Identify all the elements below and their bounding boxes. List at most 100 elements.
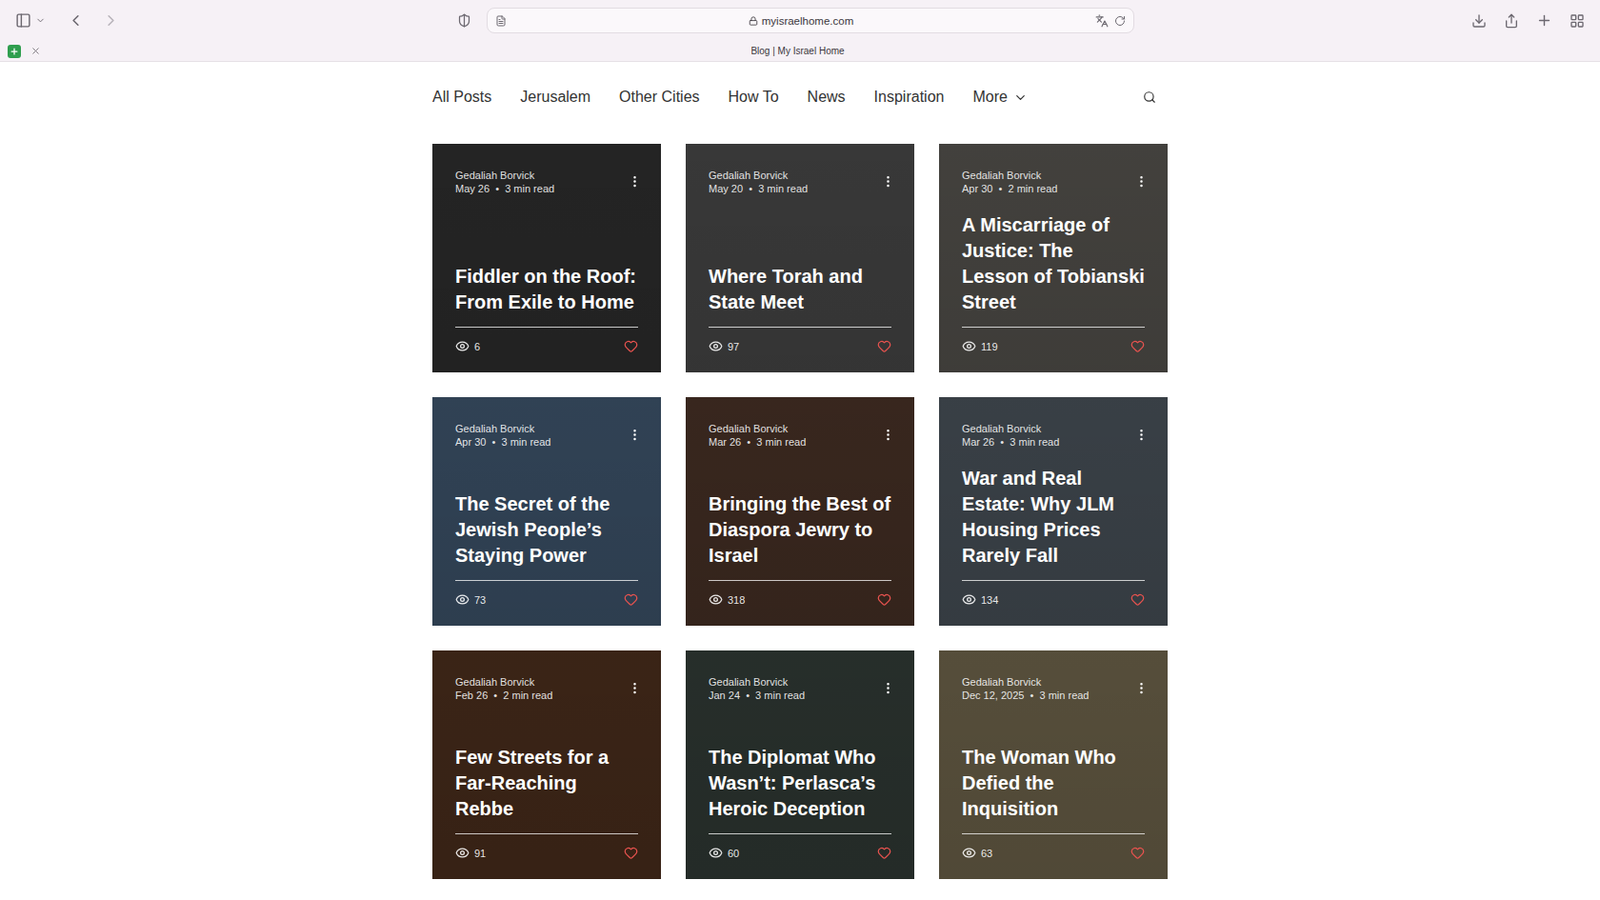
eye-icon bbox=[455, 339, 470, 354]
nav-more[interactable]: More bbox=[972, 88, 1027, 106]
share-icon[interactable] bbox=[1503, 13, 1520, 29]
post-date: May 26 • 3 min read bbox=[455, 181, 555, 196]
nav-item[interactable]: Other Cities bbox=[619, 88, 700, 106]
post-meta: Gedaliah BorvickJan 24 • 3 min read bbox=[708, 675, 805, 702]
eye-icon bbox=[708, 592, 723, 607]
post-title[interactable]: The Secret of the Jewish People’s Stayin… bbox=[455, 491, 639, 581]
post-title[interactable]: Bringing the Best of Diaspora Jewry to I… bbox=[708, 491, 892, 581]
more-actions-icon[interactable] bbox=[1134, 680, 1149, 696]
more-actions-icon[interactable] bbox=[880, 174, 896, 189]
post-date: Feb 26 • 2 min read bbox=[455, 688, 553, 702]
post-author[interactable]: Gedaliah Borvick bbox=[455, 675, 553, 689]
post-meta: Gedaliah BorvickApr 30 • 2 min read bbox=[961, 168, 1058, 196]
post-date: Dec 12, 2025 • 3 min read bbox=[961, 688, 1090, 702]
post-card[interactable]: Gedaliah BorvickJan 24 • 3 min read The D… bbox=[685, 650, 915, 880]
browser-window: myisraelhome.com Blog | My Israel Home All… bbox=[0, 0, 1600, 900]
view-count: 97 bbox=[708, 339, 740, 354]
nav-item[interactable]: News bbox=[807, 88, 846, 106]
like-heart-icon[interactable] bbox=[877, 592, 892, 607]
post-title[interactable]: The Diplomat Who Wasn’t: Perlasca’s Hero… bbox=[708, 744, 892, 835]
sidebar-icon[interactable] bbox=[15, 12, 32, 29]
post-title[interactable]: The Woman Who Defied the Inquisition bbox=[961, 744, 1145, 835]
post-date: Jan 24 • 3 min read bbox=[708, 688, 805, 702]
nav-item[interactable]: All Posts bbox=[432, 88, 492, 106]
post-title[interactable]: War and Real Estate: Why JLM Housing Pri… bbox=[961, 465, 1145, 581]
view-count: 60 bbox=[708, 845, 740, 860]
reload-icon[interactable] bbox=[1114, 15, 1126, 27]
more-actions-icon[interactable] bbox=[1134, 174, 1149, 189]
eye-icon bbox=[455, 592, 470, 607]
browser-toolbar: myisraelhome.com bbox=[0, 0, 1600, 41]
like-heart-icon[interactable] bbox=[623, 592, 639, 607]
post-author[interactable]: Gedaliah Borvick bbox=[961, 421, 1060, 436]
eye-icon bbox=[455, 845, 470, 860]
post-title[interactable]: Fiddler on the Roof: From Exile to Home bbox=[455, 263, 639, 328]
more-actions-icon[interactable] bbox=[1134, 427, 1149, 442]
post-author[interactable]: Gedaliah Borvick bbox=[455, 421, 551, 436]
view-count: 6 bbox=[455, 339, 480, 354]
post-grid: Gedaliah BorvickMay 26 • 3 min readFiddl… bbox=[432, 143, 1168, 880]
post-date: Mar 26 • 3 min read bbox=[708, 435, 806, 449]
post-meta: Gedaliah BorvickFeb 26 • 2 min read bbox=[455, 675, 553, 702]
like-heart-icon[interactable] bbox=[1130, 339, 1145, 354]
post-title[interactable]: Few Streets for a Far-Reaching Rebbe bbox=[455, 744, 639, 835]
translate-icon[interactable] bbox=[1095, 14, 1109, 28]
like-heart-icon[interactable] bbox=[1130, 592, 1145, 607]
tab-overview-icon[interactable] bbox=[1569, 13, 1585, 29]
more-actions-icon[interactable] bbox=[627, 427, 642, 442]
like-heart-icon[interactable] bbox=[1130, 845, 1145, 860]
post-card[interactable]: Gedaliah BorvickMay 20 • 3 min readWhere… bbox=[685, 143, 915, 373]
post-author[interactable]: Gedaliah Borvick bbox=[708, 421, 806, 436]
post-card[interactable]: Gedaliah BorvickApr 30 • 3 min read The S… bbox=[432, 397, 661, 626]
like-heart-icon[interactable] bbox=[877, 845, 892, 860]
more-actions-icon[interactable] bbox=[627, 174, 642, 189]
eye-icon bbox=[708, 339, 723, 354]
nav-item[interactable]: How To bbox=[728, 88, 780, 106]
chevron-down-icon bbox=[1013, 90, 1028, 105]
address-bar[interactable]: myisraelhome.com bbox=[486, 7, 1135, 34]
close-tab-icon[interactable] bbox=[30, 45, 41, 57]
forward-icon[interactable] bbox=[101, 11, 120, 30]
post-author[interactable]: Gedaliah Borvick bbox=[961, 168, 1058, 182]
post-card[interactable]: Gedaliah BorvickMar 26 • 3 min read Bring… bbox=[685, 397, 915, 626]
chevron-down-icon[interactable] bbox=[35, 15, 46, 26]
like-heart-icon[interactable] bbox=[623, 339, 639, 354]
lock-icon bbox=[748, 16, 759, 26]
like-heart-icon[interactable] bbox=[877, 339, 892, 354]
view-count: 91 bbox=[455, 845, 486, 860]
privacy-shield-icon[interactable] bbox=[457, 13, 472, 28]
more-actions-icon[interactable] bbox=[627, 680, 642, 696]
search-icon[interactable] bbox=[1142, 90, 1157, 104]
post-meta: Gedaliah BorvickDec 12, 2025 • 3 min rea… bbox=[961, 675, 1090, 702]
post-author[interactable]: Gedaliah Borvick bbox=[708, 675, 805, 689]
post-meta: Gedaliah BorvickApr 30 • 3 min read bbox=[455, 421, 551, 449]
back-icon[interactable] bbox=[66, 11, 85, 30]
more-actions-icon[interactable] bbox=[880, 427, 896, 442]
post-title[interactable]: A Miscarriage of Justice: The Lesson of … bbox=[961, 212, 1145, 328]
view-count: 73 bbox=[455, 592, 486, 607]
post-card[interactable]: Gedaliah BorvickApr 30 • 2 min read A Mis… bbox=[939, 143, 1168, 373]
post-meta: Gedaliah BorvickMar 26 • 3 min read bbox=[961, 421, 1060, 449]
post-card[interactable]: Gedaliah BorvickMar 26 • 3 min read War a… bbox=[939, 397, 1168, 626]
post-author[interactable]: Gedaliah Borvick bbox=[961, 675, 1090, 689]
new-tab-icon[interactable] bbox=[1536, 12, 1553, 29]
tab-title[interactable]: Blog | My Israel Home bbox=[40, 45, 1593, 57]
post-meta: Gedaliah BorvickMar 26 • 3 min read bbox=[708, 421, 806, 449]
download-icon[interactable] bbox=[1471, 13, 1487, 29]
page-icon bbox=[495, 15, 507, 27]
url-text[interactable]: myisraelhome.com bbox=[761, 15, 855, 27]
post-date: Mar 26 • 3 min read bbox=[961, 435, 1060, 449]
post-card[interactable]: Gedaliah BorvickMay 26 • 3 min read Fiddl… bbox=[432, 143, 661, 373]
post-title[interactable]: Where Torah and State Meet bbox=[708, 263, 892, 328]
more-actions-icon[interactable] bbox=[880, 680, 896, 696]
post-card[interactable]: Gedaliah BorvickDec 12, 2025 • 3 min rea… bbox=[939, 650, 1168, 880]
post-author[interactable]: Gedaliah Borvick bbox=[455, 168, 555, 182]
nav-item[interactable]: Inspiration bbox=[874, 88, 945, 106]
view-count: 63 bbox=[961, 845, 993, 860]
post-card[interactable]: Gedaliah BorvickFeb 26 • 2 min read Few S… bbox=[432, 650, 661, 880]
favicon-icon bbox=[7, 44, 21, 59]
post-meta: Gedaliah BorvickMay 26 • 3 min read bbox=[455, 168, 555, 196]
like-heart-icon[interactable] bbox=[623, 845, 639, 860]
post-author[interactable]: Gedaliah Borvick bbox=[708, 168, 808, 182]
nav-item[interactable]: Jerusalem bbox=[520, 88, 591, 106]
